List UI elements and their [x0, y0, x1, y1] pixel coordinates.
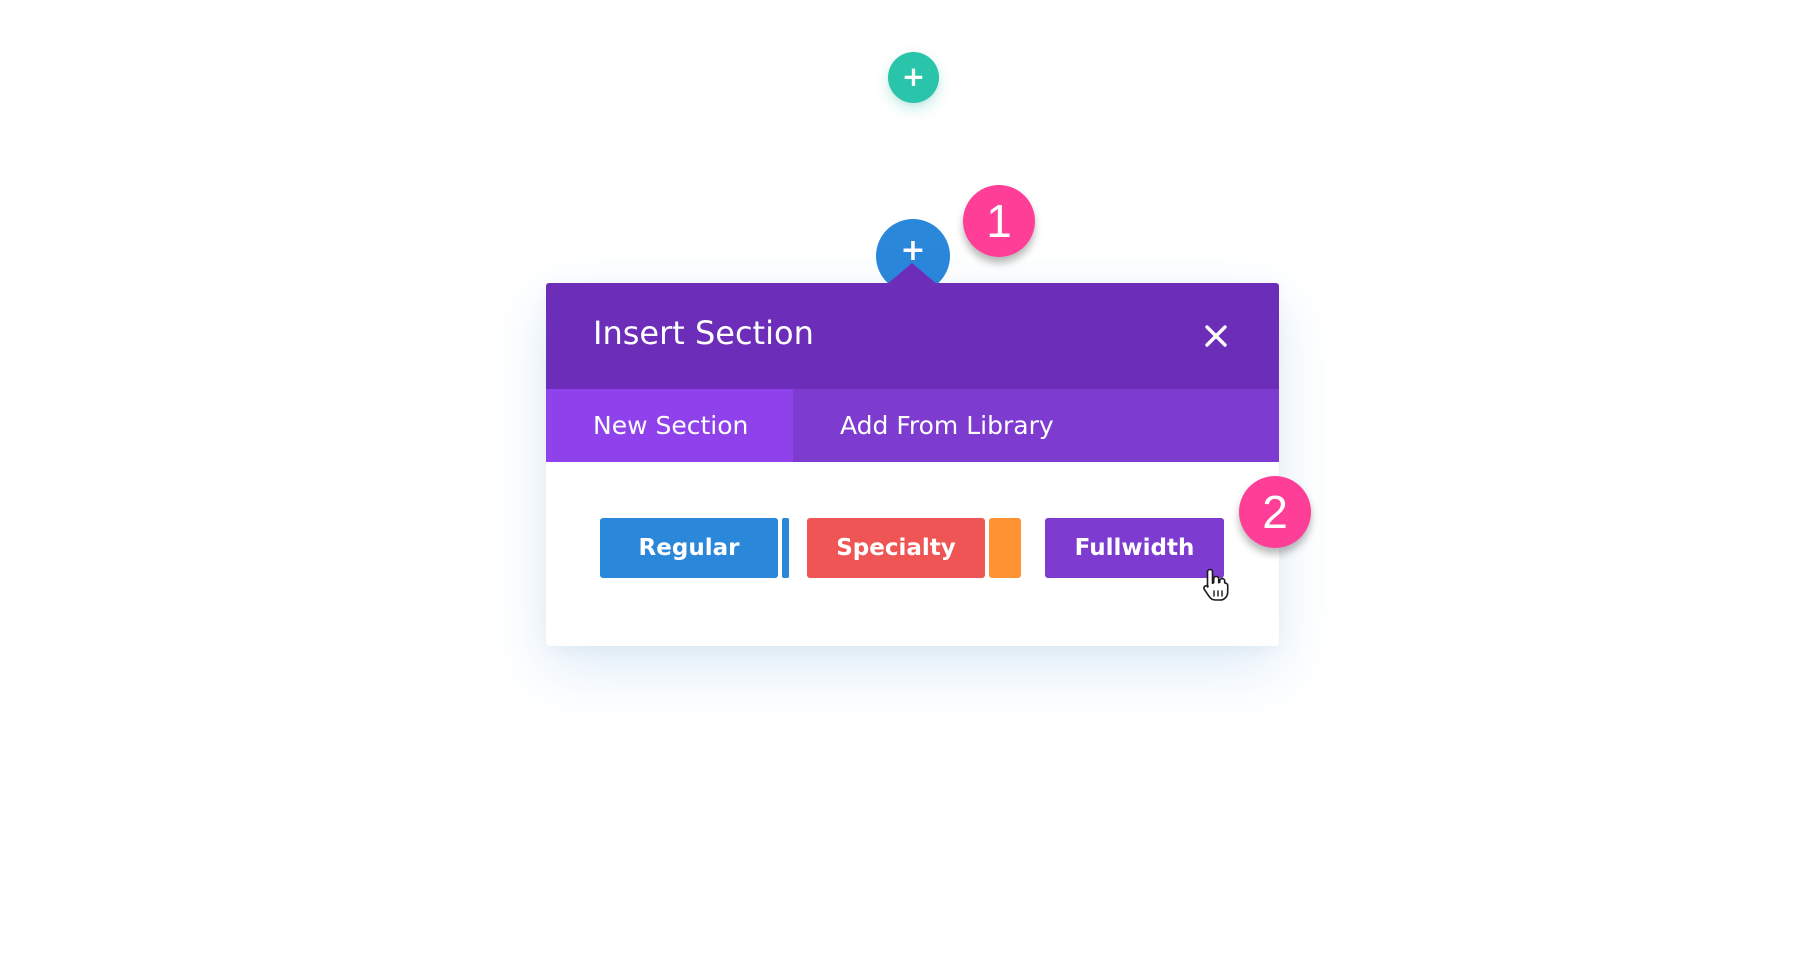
- tab-new-section[interactable]: New Section: [546, 389, 793, 462]
- tab-label: Add From Library: [840, 411, 1054, 440]
- regular-section-label: Regular: [600, 518, 778, 578]
- modal-body: Regular Specialty Fullwidth: [546, 462, 1279, 646]
- page: + + Insert Section New Section Add From …: [0, 0, 1800, 955]
- step-badge-1: 1: [963, 185, 1035, 257]
- modal-tab-bar: New Section Add From Library: [546, 389, 1279, 462]
- add-row-button[interactable]: +: [888, 52, 939, 103]
- hand-pointer-icon: [1203, 568, 1229, 601]
- fullwidth-section-label: Fullwidth: [1045, 518, 1224, 578]
- specialty-section-label: Specialty: [807, 518, 985, 578]
- specialty-section-button[interactable]: Specialty: [807, 518, 1021, 578]
- modal-title: Insert Section: [593, 314, 814, 352]
- tab-add-from-library[interactable]: Add From Library: [793, 389, 1133, 462]
- insert-section-modal: Insert Section New Section Add From Libr…: [546, 263, 1279, 646]
- fullwidth-section-button[interactable]: Fullwidth: [1045, 518, 1224, 578]
- close-icon: [1205, 325, 1227, 347]
- regular-section-accent: [782, 518, 789, 578]
- specialty-section-accent: [989, 518, 1021, 578]
- plus-icon: +: [901, 59, 926, 93]
- step-badge-2: 2: [1239, 476, 1311, 548]
- modal-header: Insert Section: [546, 283, 1279, 389]
- modal-pointer-arrow: [886, 263, 938, 285]
- regular-section-button[interactable]: Regular: [600, 518, 789, 578]
- tab-label: New Section: [593, 411, 749, 440]
- close-button[interactable]: [1196, 316, 1236, 356]
